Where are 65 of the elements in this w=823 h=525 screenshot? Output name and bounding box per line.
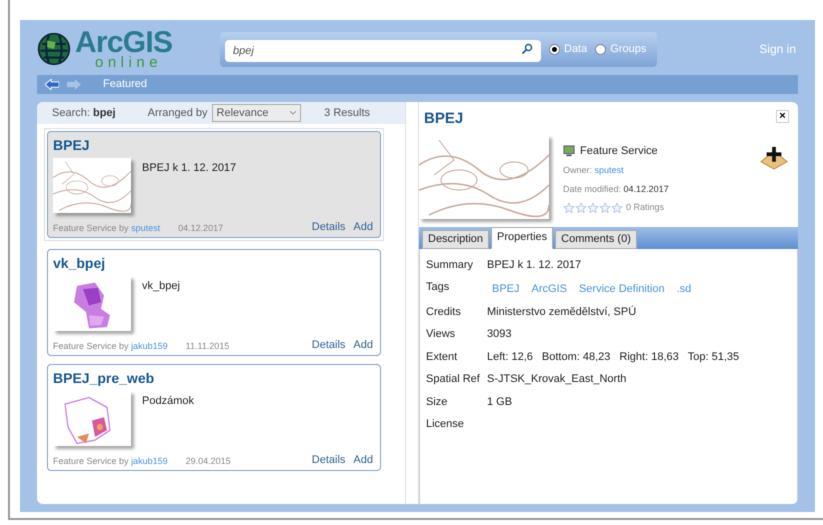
star-icon: [587, 202, 599, 214]
result-title[interactable]: BPEJ: [53, 135, 375, 156]
arranged-label: Arranged by: [148, 106, 208, 121]
star-icon: [563, 202, 575, 214]
result-title[interactable]: BPEJ_pre_web: [53, 368, 375, 389]
search-icon[interactable]: [521, 43, 533, 55]
result-card[interactable]: BPEJ BPEJ k 1. 12. 2017 Feature Service by sputest 04.12.2017 Details Add: [47, 131, 381, 238]
nav-title: Featured: [103, 77, 148, 92]
monitor-icon: [563, 144, 575, 157]
add-link[interactable]: Add: [353, 218, 373, 235]
close-button[interactable]: ×: [776, 110, 789, 123]
add-link[interactable]: Add: [353, 336, 373, 353]
item-type: Feature Service: [580, 144, 658, 158]
property-value: Ministerstvo zemědělství, SPÚ: [487, 304, 636, 320]
property-label: Summary: [426, 258, 474, 272]
property-label: Extent: [426, 350, 458, 364]
detail-tab[interactable]: Properties: [491, 226, 554, 248]
globe-icon: [37, 32, 71, 66]
result-meta: Feature Service by sputest: [53, 222, 160, 235]
details-link[interactable]: Details: [312, 336, 346, 353]
modified-info: Date modified: 04.12.2017: [563, 182, 669, 196]
result-date: 04.12.2017: [178, 222, 224, 234]
extent-value: Right: 18,63: [619, 350, 679, 364]
chevron-down-icon: [290, 111, 296, 115]
sort-dropdown[interactable]: Relevance: [212, 104, 301, 122]
result-card[interactable]: BPEJ_pre_web Podzámok Feature Service by jakub159 29.04.2015 Details Add: [47, 364, 381, 471]
property-value: 1 GB: [487, 394, 512, 410]
property-label: License: [426, 417, 465, 432]
search-field[interactable]: bpej: [225, 40, 541, 62]
logo-subtitle: online: [95, 55, 164, 70]
result-summary: Podzámok: [142, 394, 194, 409]
detail-tab[interactable]: Description: [422, 230, 490, 248]
back-arrow-icon[interactable]: [45, 79, 59, 90]
star-icon: [599, 202, 611, 214]
result-title[interactable]: vk_bpej: [53, 253, 375, 274]
property-value: 3093: [487, 327, 512, 342]
details-link[interactable]: Details: [312, 452, 346, 468]
search-summary: Search: bpej: [52, 106, 116, 121]
extent-value: Top: 51,35: [688, 350, 740, 364]
ratings-count: 0 Ratings: [626, 201, 664, 214]
property-value: BPEJ k 1. 12. 2017: [487, 258, 582, 272]
result-summary: vk_bpej: [142, 279, 180, 294]
property-label: Tags: [426, 280, 450, 295]
result-count: 3 Results: [324, 106, 370, 121]
property-label: Size: [426, 394, 448, 410]
add-link[interactable]: Add: [353, 452, 373, 468]
result-meta: Feature Service by jakub159: [53, 454, 168, 468]
result-summary: BPEJ k 1. 12. 2017: [142, 161, 236, 176]
property-label: Spatial Ref: [426, 372, 481, 387]
property-label: Credits: [426, 304, 462, 320]
property-value: S-JTSK_Krovak_East_North: [487, 372, 626, 387]
result-card[interactable]: vk_bpej vk_bpej Feature Service by jakub159 11.11.2015 Details Add: [47, 249, 381, 356]
detail-title: BPEJ: [424, 109, 464, 129]
result-date: 11.11.2015: [186, 340, 230, 352]
detail-tab[interactable]: Comments (0): [555, 230, 637, 248]
star-icon: [611, 202, 623, 214]
add-plus-icon[interactable]: [758, 144, 790, 170]
result-date: 29.04.2015: [186, 454, 231, 468]
extent-value: Bottom: 48,23: [542, 350, 610, 364]
details-link[interactable]: Details: [312, 218, 346, 235]
owner-info: Owner: sputest: [563, 164, 625, 177]
property-label: Views: [426, 327, 456, 342]
extent-value: Left: 12,6: [487, 350, 533, 364]
star-icon: [575, 202, 587, 214]
result-meta: Feature Service by jakub159: [53, 340, 168, 353]
